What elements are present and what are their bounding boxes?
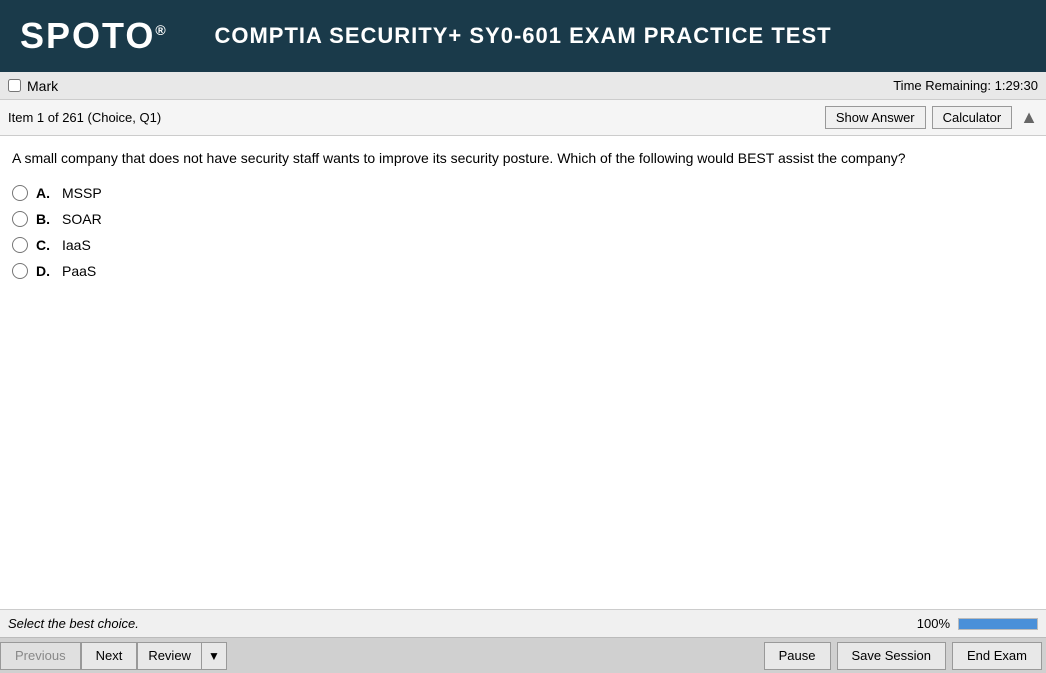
mark-bar: Mark Time Remaining: 1:29:30 xyxy=(0,72,1046,100)
answer-letter-1: B. xyxy=(36,211,50,227)
answer-option-b: B. SOAR xyxy=(12,211,1034,227)
answer-text-2: IaaS xyxy=(62,237,91,253)
status-text: Select the best choice. xyxy=(8,616,139,631)
scroll-indicator: ▲ xyxy=(1020,107,1038,128)
radio-b[interactable] xyxy=(12,211,28,227)
progress-area: 100% xyxy=(917,616,1038,631)
radio-d[interactable] xyxy=(12,263,28,279)
bottom-bar: Previous Next Review ▼ Pause Save Sessio… xyxy=(0,637,1046,673)
next-button[interactable]: Next xyxy=(81,642,138,670)
review-dropdown[interactable]: Review ▼ xyxy=(137,642,227,670)
question-text: A small company that does not have secur… xyxy=(12,148,1034,169)
answer-letter-0: A. xyxy=(36,185,50,201)
answer-letter-3: D. xyxy=(36,263,50,279)
radio-c[interactable] xyxy=(12,237,28,253)
item-bar: Item 1 of 261 (Choice, Q1) Show Answer C… xyxy=(0,100,1046,136)
right-buttons: Pause Save Session End Exam xyxy=(764,642,1042,670)
time-value: 1:29:30 xyxy=(995,78,1038,93)
header: SPOTO® COMPTIA SECURITY+ SY0-601 EXAM PR… xyxy=(0,0,1046,72)
end-exam-button[interactable]: End Exam xyxy=(952,642,1042,670)
review-main-button[interactable]: Review xyxy=(138,642,201,670)
answer-option-d: D. PaaS xyxy=(12,263,1034,279)
previous-button[interactable]: Previous xyxy=(0,642,81,670)
logo: SPOTO® xyxy=(20,15,168,57)
answer-option-c: C. IaaS xyxy=(12,237,1034,253)
logo-sup: ® xyxy=(155,22,167,38)
logo-text: SPOTO xyxy=(20,15,155,56)
save-session-button[interactable]: Save Session xyxy=(837,642,947,670)
progress-bar-container xyxy=(958,618,1038,630)
progress-bar-fill xyxy=(959,619,1037,629)
calculator-button[interactable]: Calculator xyxy=(932,106,1013,129)
mark-left: Mark xyxy=(8,78,58,94)
item-info: Item 1 of 261 (Choice, Q1) xyxy=(8,110,161,125)
progress-percent: 100% xyxy=(917,616,950,631)
pause-button[interactable]: Pause xyxy=(764,642,831,670)
answer-text-3: PaaS xyxy=(62,263,96,279)
question-area: A small company that does not have secur… xyxy=(0,136,1046,609)
answer-options: A. MSSP B. SOAR C. IaaS D. PaaS xyxy=(12,185,1034,279)
review-arrow-button[interactable]: ▼ xyxy=(201,642,226,670)
show-answer-button[interactable]: Show Answer xyxy=(825,106,926,129)
header-title: COMPTIA SECURITY+ SY0-601 EXAM PRACTICE … xyxy=(214,23,831,49)
mark-checkbox[interactable] xyxy=(8,79,21,92)
answer-letter-2: C. xyxy=(36,237,50,253)
answer-text-0: MSSP xyxy=(62,185,102,201)
time-remaining: Time Remaining: 1:29:30 xyxy=(893,78,1038,93)
time-label: Time Remaining: xyxy=(893,78,991,93)
status-bar: Select the best choice. 100% xyxy=(0,609,1046,637)
left-buttons: Previous Next Review ▼ xyxy=(0,642,227,670)
mark-label: Mark xyxy=(27,78,58,94)
answer-text-1: SOAR xyxy=(62,211,102,227)
item-buttons: Show Answer Calculator xyxy=(825,106,1012,129)
radio-a[interactable] xyxy=(12,185,28,201)
answer-option-a: A. MSSP xyxy=(12,185,1034,201)
